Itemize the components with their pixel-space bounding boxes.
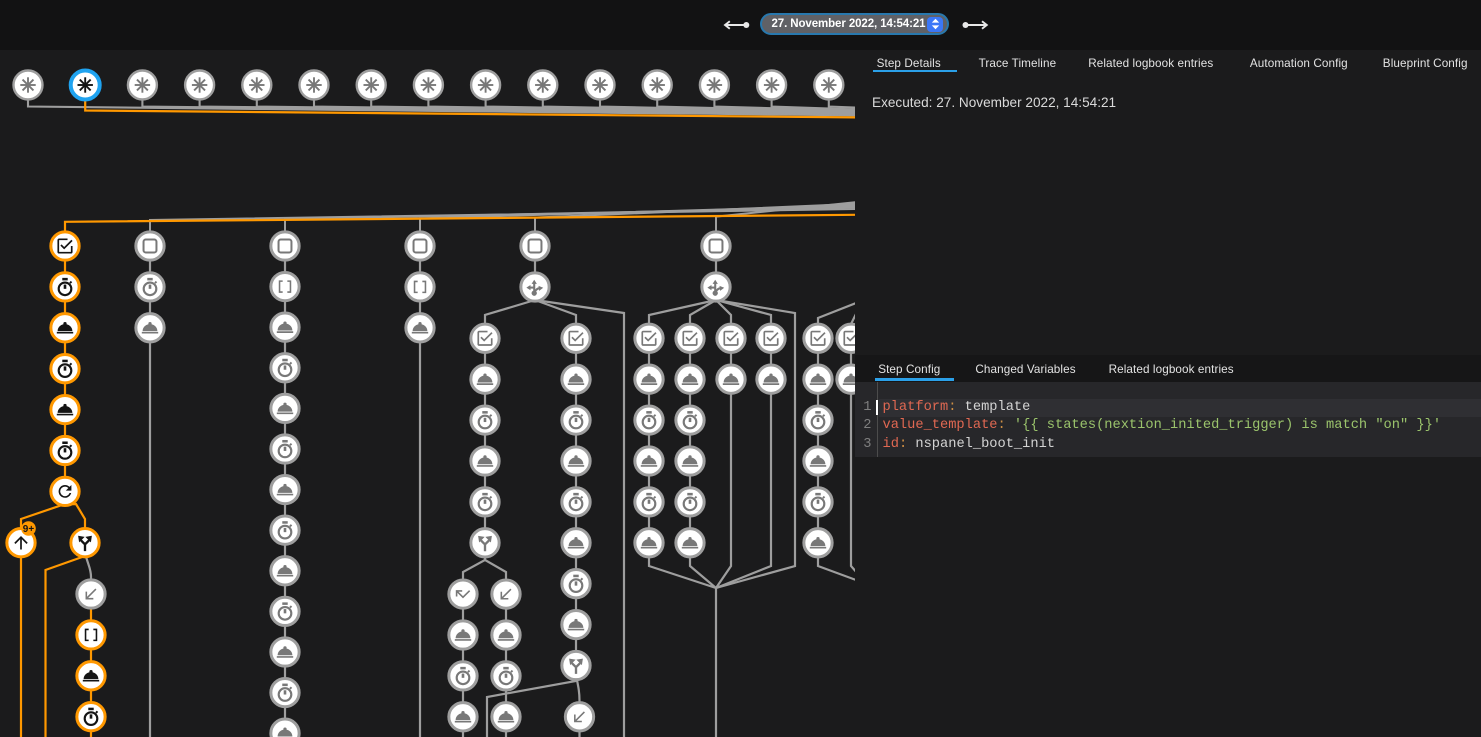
svg-text:9+: 9+ [23,524,35,535]
